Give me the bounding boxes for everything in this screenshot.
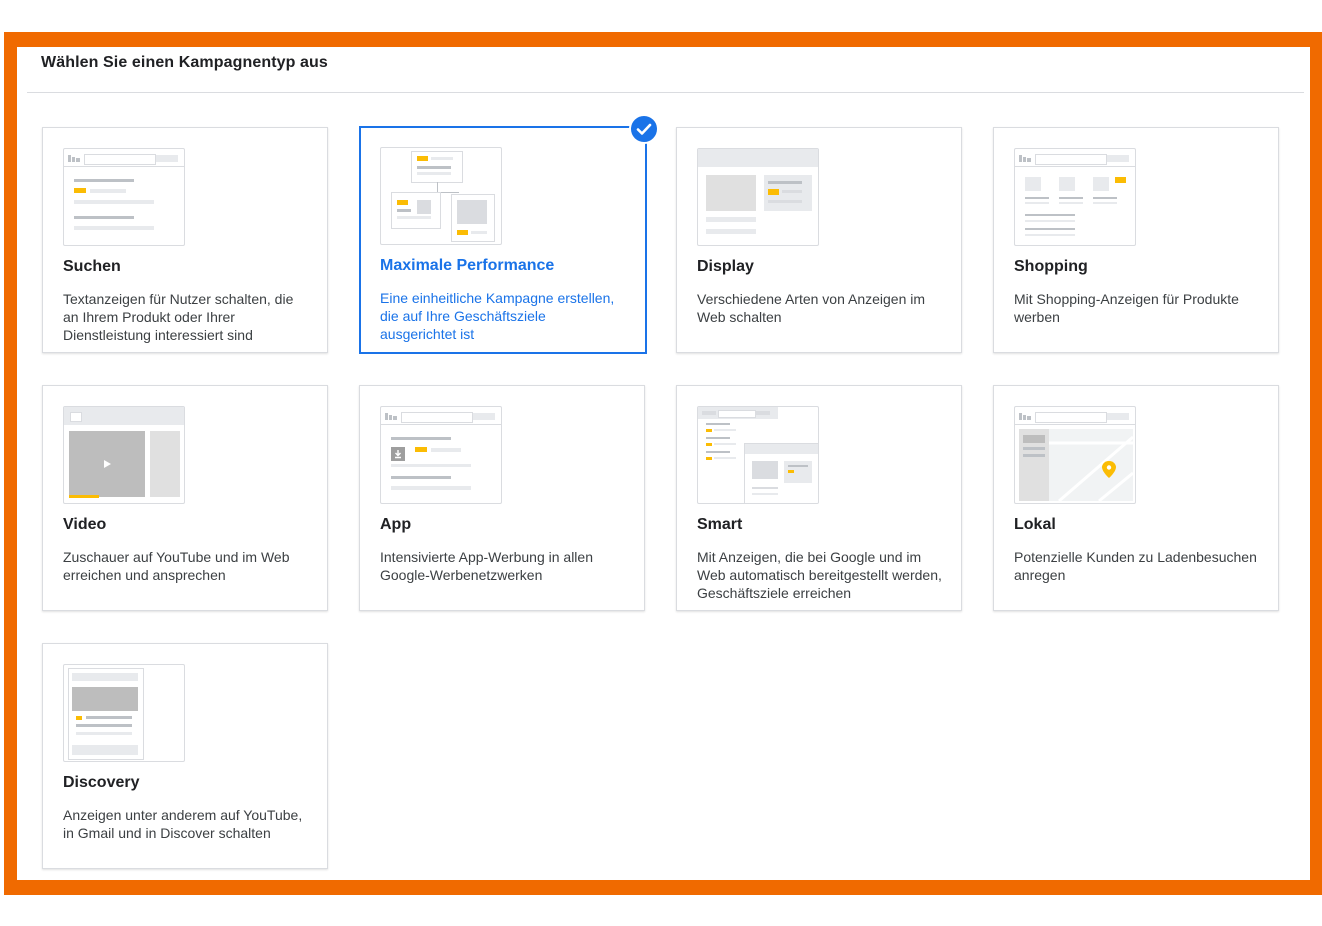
display-ad-illustration-icon (697, 148, 819, 246)
card-description: Textanzeigen für Nutzer schalten, die an… (63, 291, 294, 343)
page-title: Wählen Sie einen Kampagnentyp aus (41, 54, 328, 71)
campaign-card-local[interactable]: Lokal Potenzielle Kunden zu Ladenbesuche… (993, 385, 1279, 611)
card-title: App (380, 516, 412, 533)
card-description: Zuschauer auf YouTube und im Web erreich… (63, 549, 290, 583)
card-title: Video (63, 516, 107, 533)
card-description: Anzeigen unter anderem auf YouTube, in G… (63, 807, 303, 841)
local-ad-illustration-icon (1014, 406, 1136, 504)
card-description: Verschiedene Arten von Anzeigen im Web s… (697, 291, 926, 325)
card-title: Display (697, 258, 754, 275)
card-title: Discovery (63, 774, 140, 791)
card-description: Intensivierte App-Werbung in allen Googl… (380, 549, 593, 583)
campaign-card-app[interactable]: App Intensivierte App-Werbung in allen G… (359, 385, 645, 611)
card-description: Mit Anzeigen, die bei Google und im Web … (697, 549, 942, 601)
card-title: Maximale Performance (380, 257, 555, 274)
campaign-card-discovery[interactable]: Discovery Anzeigen unter anderem auf You… (42, 643, 328, 869)
card-description: Potenzielle Kunden zu Ladenbesuchen anre… (1014, 549, 1257, 583)
shopping-ad-illustration-icon (1014, 148, 1136, 246)
campaign-card-shopping[interactable]: Shopping Mit Shopping-Anzeigen für Produ… (993, 127, 1279, 353)
card-description: Eine einheitliche Kampagne erstellen, di… (380, 290, 615, 342)
checkmark-icon (629, 114, 659, 144)
campaign-card-performance-max[interactable]: Maximale Performance Eine einheitliche K… (359, 114, 659, 354)
card-description: Mit Shopping-Anzeigen für Produkte werbe… (1014, 291, 1239, 325)
discovery-ad-illustration-icon (63, 664, 185, 762)
card-title: Shopping (1014, 258, 1088, 275)
campaign-card-search[interactable]: Suchen Textanzeigen für Nutzer schalten,… (42, 127, 328, 353)
divider (27, 92, 1304, 93)
card-title: Lokal (1014, 516, 1056, 533)
performance-max-illustration-icon (380, 147, 502, 245)
campaign-card-smart[interactable]: Smart Mit Anzeigen, die bei Google und i… (676, 385, 962, 611)
app-ad-illustration-icon (380, 406, 502, 504)
card-title: Suchen (63, 258, 121, 275)
campaign-type-panel: Wählen Sie einen Kampagnentyp aus Suchen… (17, 47, 1310, 880)
campaign-card-video[interactable]: Video Zuschauer auf YouTube und im Web e… (42, 385, 328, 611)
smart-ad-illustration-icon (697, 406, 819, 504)
card-title: Smart (697, 516, 743, 533)
search-ad-illustration-icon (63, 148, 185, 246)
video-ad-illustration-icon (63, 406, 185, 504)
campaign-card-display[interactable]: Display Verschiedene Arten von Anzeigen … (676, 127, 962, 353)
highlight-frame: Wählen Sie einen Kampagnentyp aus Suchen… (4, 32, 1322, 895)
